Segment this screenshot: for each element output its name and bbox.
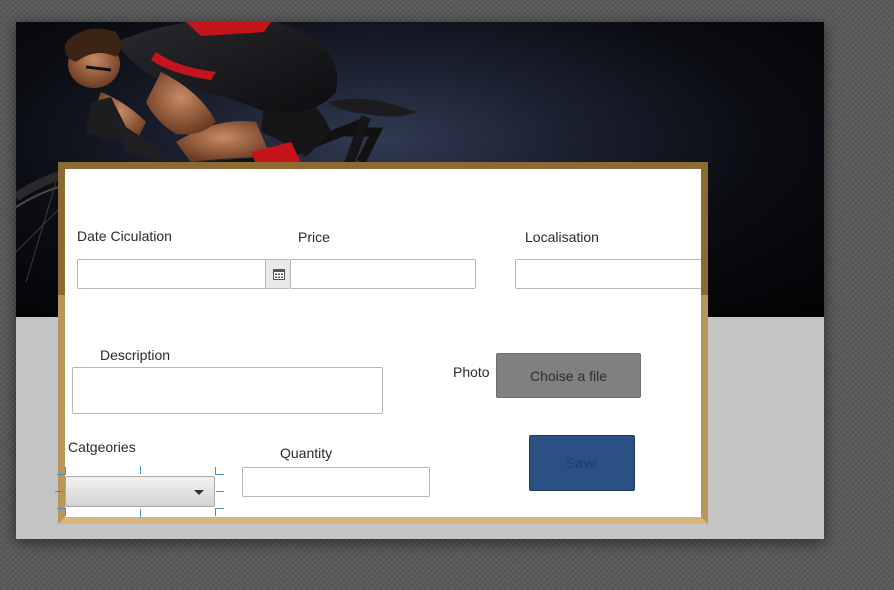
selection-handle-right[interactable]: [216, 491, 224, 492]
selection-handle-bottom-left[interactable]: [57, 508, 65, 509]
description-textarea-wrapper[interactable]: [72, 367, 383, 414]
save-button[interactable]: Save: [529, 435, 635, 491]
selection-handle-top-left-v: [65, 467, 66, 475]
categories-combobox[interactable]: [65, 476, 215, 507]
price-input[interactable]: [291, 260, 475, 288]
selection-handle-top[interactable]: [140, 466, 141, 474]
date-picker[interactable]: [77, 259, 292, 289]
date-picker-button[interactable]: [265, 260, 292, 288]
quantity-input[interactable]: [243, 468, 429, 496]
date-circulation-input[interactable]: [78, 260, 289, 288]
quantity-label: Quantity: [280, 445, 333, 461]
price-input-wrapper[interactable]: [290, 259, 476, 289]
selection-handle-top-right[interactable]: [215, 474, 224, 475]
localisation-input-wrapper[interactable]: [515, 259, 702, 289]
photo-label: Photo: [453, 364, 490, 380]
localisation-input[interactable]: [516, 260, 701, 288]
date-circulation-label: Date Ciculation: [77, 228, 172, 244]
selection-handle-top-left[interactable]: [57, 474, 65, 475]
description-textarea[interactable]: [73, 368, 382, 413]
selection-handle-bottom[interactable]: [140, 509, 141, 517]
selection-handle-bottom-right-v: [215, 508, 216, 516]
description-label: Description: [100, 347, 171, 363]
price-label: Price: [298, 229, 330, 245]
quantity-input-wrapper[interactable]: [242, 467, 430, 497]
categories-label: Catgeories: [68, 439, 136, 455]
selection-handle-top-right-v: [215, 467, 216, 475]
calendar-icon: [273, 269, 285, 280]
localisation-label: Localisation: [525, 229, 599, 245]
choose-file-button[interactable]: Choise a file: [496, 353, 641, 398]
selection-handle-bottom-left-v: [65, 508, 66, 516]
selection-handle-bottom-right[interactable]: [215, 508, 224, 509]
chevron-down-icon: [194, 490, 204, 495]
selection-handle-left[interactable]: [55, 491, 63, 492]
